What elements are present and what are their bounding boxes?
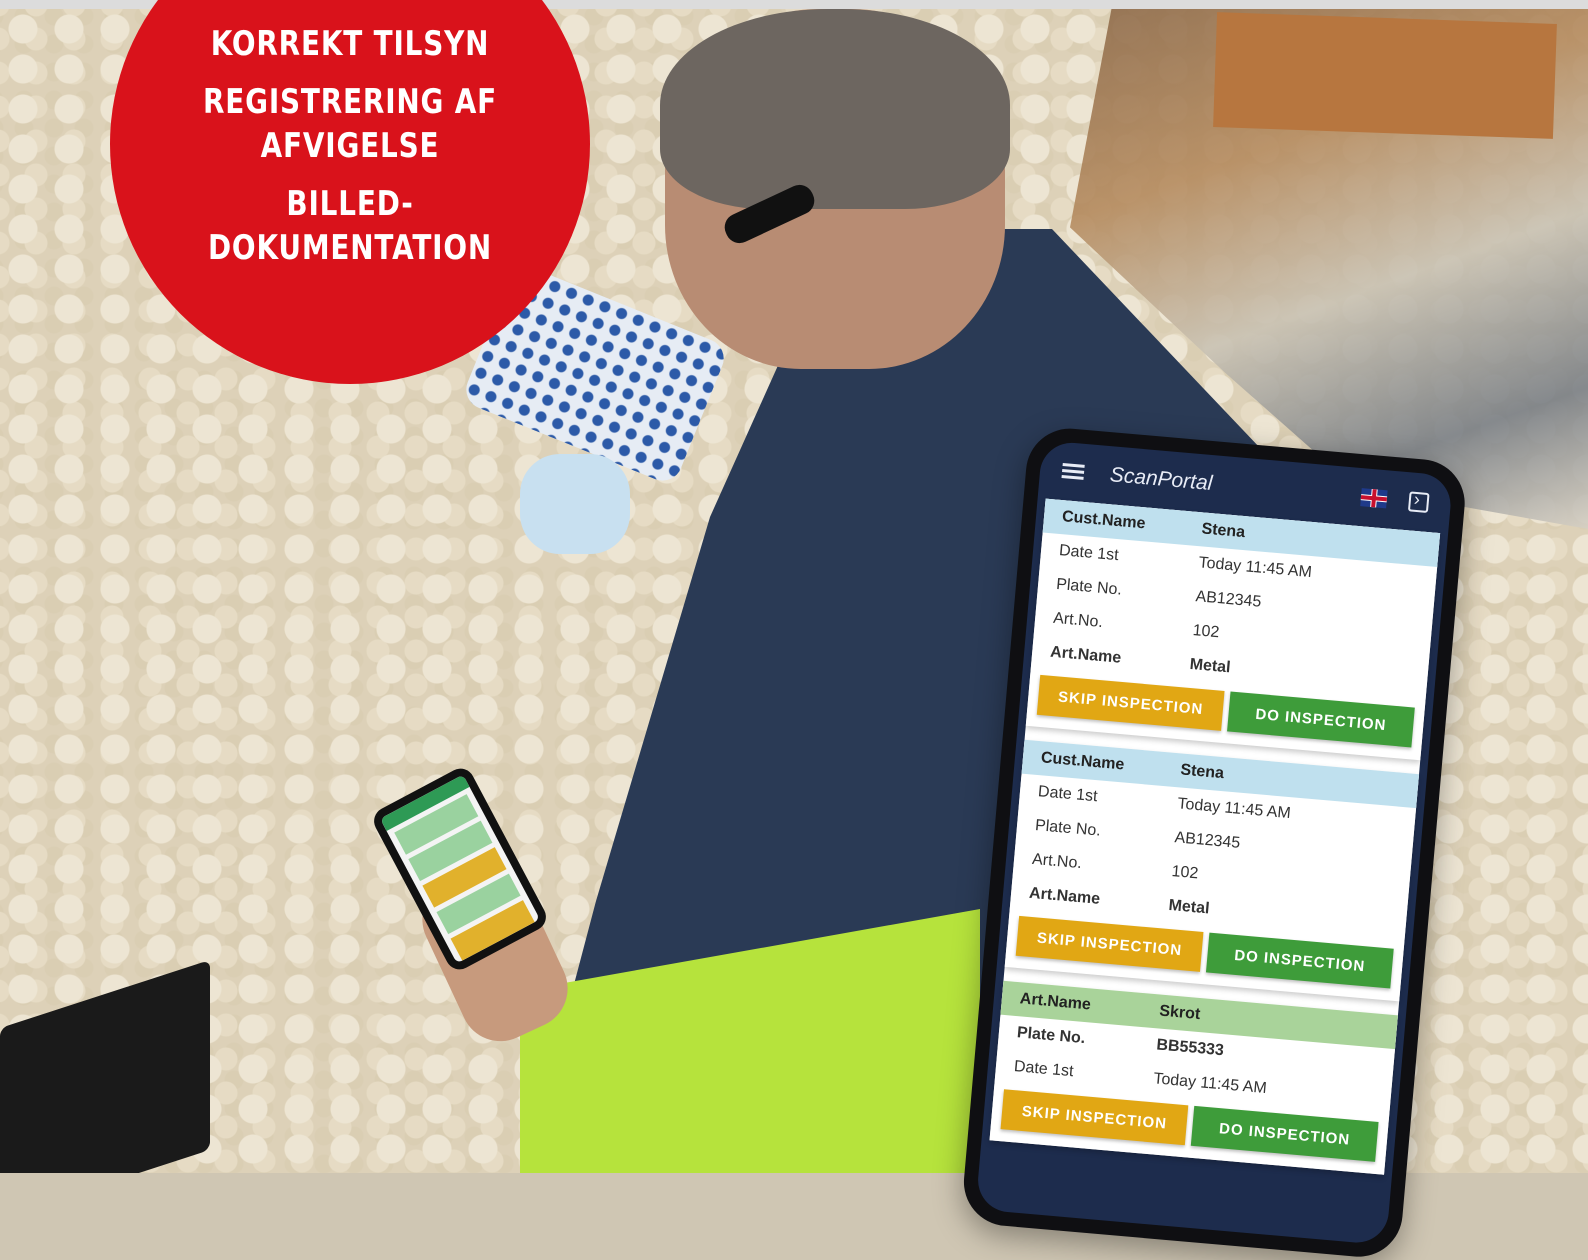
row-key: Art.Name — [1028, 884, 1101, 908]
inspection-card: Cust.Name Stena Date 1st Today 11:45 AM … — [1004, 739, 1420, 1002]
plastic-bag-small — [520, 454, 630, 554]
row-key: Plate No. — [1016, 1024, 1086, 1048]
row-key: Date 1st — [1037, 783, 1099, 806]
row-value: 102 — [1191, 621, 1221, 642]
row-value: 102 — [1170, 863, 1199, 883]
row-key: Date 1st — [1058, 542, 1120, 565]
header-value: Stena — [1200, 520, 1246, 542]
badge-line-2: REGISTRERING AF — [202, 82, 498, 122]
header-key: Cust.Name — [1040, 749, 1126, 774]
row-value: Today 11:45 AM — [1176, 795, 1292, 823]
inspection-card: Cust.Name Stena Date 1st Today 11:45 AM … — [1025, 498, 1441, 761]
header-key: Art.Name — [1019, 990, 1092, 1014]
app-title: ScanPortal — [1108, 463, 1214, 496]
row-value: Today 11:45 AM — [1197, 554, 1313, 582]
badge-line-5: DOKUMENTATION — [207, 228, 493, 268]
row-value: AB12345 — [1173, 829, 1241, 852]
header-value: Skrot — [1158, 1002, 1201, 1024]
worker-hair — [660, 9, 1010, 209]
row-value: Metal — [1167, 896, 1211, 918]
uk-flag-icon[interactable] — [1360, 488, 1388, 509]
phone-mockup: ScanPortal Cust.Name Stena Date 1st Toda… — [960, 425, 1469, 1260]
row-key: Art.Name — [1049, 643, 1122, 667]
row-key: Plate No. — [1055, 575, 1123, 599]
header-key: Cust.Name — [1061, 508, 1147, 533]
row-key: Plate No. — [1034, 817, 1102, 840]
inspection-card: Art.Name Skrot Plate No. BB55333 Date 1s… — [989, 980, 1398, 1175]
do-inspection-button[interactable]: DO INSPECTION — [1205, 932, 1394, 989]
skip-inspection-button[interactable]: SKIP INSPECTION — [1036, 674, 1225, 731]
badge-line-3: AFVIGELSE — [260, 126, 440, 166]
row-key: Art.No. — [1031, 850, 1083, 873]
row-key: Art.No. — [1052, 609, 1104, 632]
row-value: BB55333 — [1155, 1036, 1225, 1060]
menu-icon[interactable] — [1061, 463, 1085, 481]
badge-line-1: KORREKT TILSYN — [210, 24, 490, 64]
wooden-crate — [1213, 12, 1557, 139]
do-inspection-button[interactable]: DO INSPECTION — [1227, 691, 1415, 748]
row-value: Metal — [1189, 655, 1232, 677]
skip-inspection-button[interactable]: SKIP INSPECTION — [1000, 1089, 1189, 1146]
header-value: Stena — [1179, 761, 1225, 783]
row-value: AB12345 — [1194, 588, 1263, 611]
phone-screen: ScanPortal Cust.Name Stena Date 1st Toda… — [975, 440, 1454, 1246]
logout-icon[interactable] — [1407, 491, 1430, 514]
skip-inspection-button[interactable]: SKIP INSPECTION — [1015, 915, 1204, 972]
row-key: Date 1st — [1013, 1058, 1075, 1081]
row-value: Today 11:45 AM — [1152, 1070, 1268, 1098]
do-inspection-button[interactable]: DO INSPECTION — [1190, 1105, 1379, 1162]
inspection-list: Cust.Name Stena Date 1st Today 11:45 AM … — [989, 498, 1441, 1175]
badge-line-4: BILLED- — [286, 184, 414, 224]
